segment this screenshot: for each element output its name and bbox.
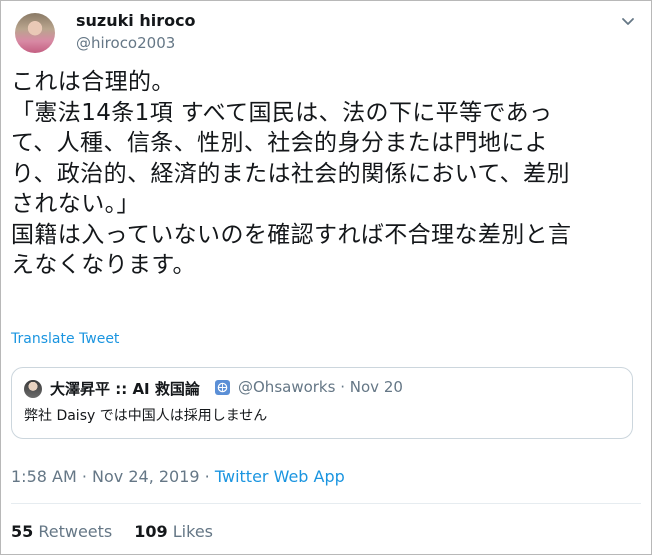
tweet-text: これは合理的。 「憲法14条1項 すべて国民は、法の下に平等であっ て、人種、信… — [11, 69, 572, 278]
retweets-count: 55 — [11, 522, 34, 541]
author-avatar[interactable] — [15, 13, 55, 53]
tweet-card: suzuki hiroco @hiroco2003 これは合理的。 「憲法14条… — [0, 0, 652, 555]
quoted-meta: @Ohsaworks · Nov 20 — [238, 378, 403, 396]
tweet-date[interactable]: Nov 24, 2019 — [92, 467, 200, 486]
likes-stat[interactable]: 109 Likes — [134, 522, 213, 541]
divider — [11, 503, 641, 504]
meta-separator: · — [199, 467, 215, 486]
retweets-label: Retweets — [38, 522, 113, 541]
chevron-down-icon[interactable] — [618, 11, 638, 31]
quoted-author-avatar — [24, 380, 42, 398]
tweet-timestamp-row: 1:58 AM · Nov 24, 2019 · Twitter Web App — [11, 467, 345, 486]
retweets-stat[interactable]: 55 Retweets — [11, 522, 112, 541]
quoted-tweet[interactable]: 大澤昇平 :: AI 救国論 @Ohsaworks · Nov 20 弊社 Da… — [11, 367, 633, 439]
source-app-link[interactable]: Twitter Web App — [215, 467, 345, 486]
quoted-tweet-text: 弊社 Daisy では中国人は採用しません — [24, 408, 268, 424]
author-display-name[interactable]: suzuki hiroco — [76, 11, 196, 30]
quoted-date: Nov 20 — [349, 378, 403, 396]
meta-separator: · — [76, 467, 93, 486]
likes-count: 109 — [134, 522, 168, 541]
tweet-stats: 55 Retweets 109 Likes — [11, 522, 213, 541]
tweet-time[interactable]: 1:58 AM — [11, 467, 77, 486]
likes-label: Likes — [172, 522, 213, 541]
quoted-separator: · — [340, 378, 345, 396]
author-handle[interactable]: @hiroco2003 — [76, 34, 175, 52]
quoted-author-display-name: 大澤昇平 :: AI 救国論 — [50, 380, 200, 398]
quoted-author-handle: @Ohsaworks — [238, 378, 336, 396]
badge-icon — [215, 380, 230, 395]
translate-tweet-link[interactable]: Translate Tweet — [11, 331, 119, 347]
